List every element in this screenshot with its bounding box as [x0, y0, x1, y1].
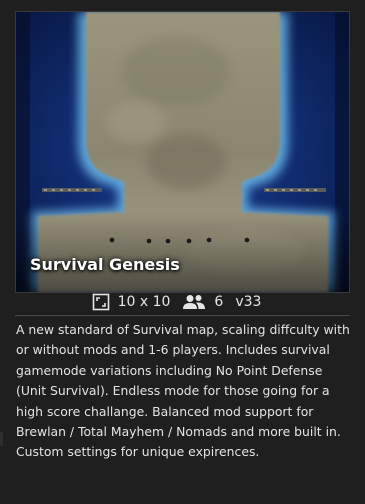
divider — [15, 315, 350, 316]
map-size-value: 10 x 10 — [117, 294, 171, 310]
map-size-icon — [92, 293, 110, 311]
map-stats: 10 x 10 6 v33 — [0, 291, 365, 313]
map-title: Survival Genesis — [30, 255, 180, 274]
map-preview-image — [16, 12, 349, 292]
map-preview: Survival Genesis — [15, 11, 350, 293]
map-description: A new standard of Survival map, scaling … — [16, 322, 350, 460]
scroll-edge — [0, 432, 3, 446]
players-icon — [182, 294, 206, 310]
players-value: 6 — [214, 294, 224, 310]
map-details-card: Survival Genesis 10 x 10 6 v33 A new sta… — [0, 0, 365, 504]
map-version: v33 — [235, 294, 262, 310]
